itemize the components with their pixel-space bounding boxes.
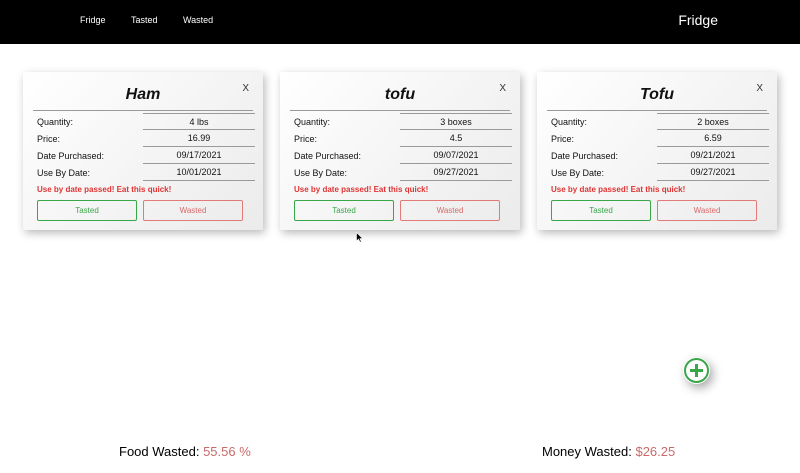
expiry-warning: Use by date passed! Eat this quick! xyxy=(294,185,429,194)
nav-link-wasted[interactable]: Wasted xyxy=(183,15,213,25)
date-purchased-row: Date Purchased: 09/17/2021 xyxy=(37,147,255,164)
quantity-label: Quantity: xyxy=(294,117,331,127)
use-by-value: 09/27/2021 xyxy=(657,164,769,181)
card-title: Tofu xyxy=(639,86,675,103)
price-label: Price: xyxy=(294,134,318,144)
quantity-label: Quantity: xyxy=(37,117,74,127)
use-by-value: 10/01/2021 xyxy=(143,164,255,181)
quantity-label: Quantity: xyxy=(551,117,588,127)
price-row: Price: 4.5 xyxy=(294,130,512,147)
date-purchased-value: 09/07/2021 xyxy=(400,147,512,164)
price-label: Price: xyxy=(551,134,575,144)
use-by-row: Use By Date: 09/27/2021 xyxy=(551,164,769,181)
close-button[interactable]: X xyxy=(242,83,249,94)
nav-brand[interactable]: Fridge xyxy=(678,12,718,28)
card-title: tofu xyxy=(384,86,416,103)
price-row: Price: 16.99 xyxy=(37,130,255,147)
mouse-pointer-icon xyxy=(356,230,364,248)
nav-link-fridge[interactable]: Fridge xyxy=(80,15,106,25)
close-button[interactable]: X xyxy=(756,83,763,94)
card-divider xyxy=(33,110,253,111)
date-purchased-row: Date Purchased: 09/07/2021 xyxy=(294,147,512,164)
date-purchased-label: Date Purchased: xyxy=(551,151,619,161)
quantity-row: Quantity: 4 lbs xyxy=(37,113,255,130)
price-value: 16.99 xyxy=(143,130,255,147)
food-card: Ham X Quantity: 4 lbs Price: 16.99 Date … xyxy=(23,72,263,230)
expiry-warning: Use by date passed! Eat this quick! xyxy=(37,185,172,194)
wasted-button[interactable]: Wasted xyxy=(657,200,757,221)
food-wasted-stat: Food Wasted: 55.56 % xyxy=(119,444,251,459)
price-value: 6.59 xyxy=(657,130,769,147)
card-title: Ham xyxy=(125,86,161,103)
price-label: Price: xyxy=(37,134,61,144)
nav-link-tasted[interactable]: Tasted xyxy=(131,15,158,25)
tasted-button[interactable]: Tasted xyxy=(294,200,394,221)
use-by-label: Use By Date: xyxy=(294,168,348,178)
wasted-button[interactable]: Wasted xyxy=(143,200,243,221)
add-item-button[interactable] xyxy=(683,357,710,384)
tasted-button[interactable]: Tasted xyxy=(551,200,651,221)
use-by-row: Use By Date: 09/27/2021 xyxy=(294,164,512,181)
price-row: Price: 6.59 xyxy=(551,130,769,147)
close-button[interactable]: X xyxy=(499,83,506,94)
wasted-button[interactable]: Wasted xyxy=(400,200,500,221)
use-by-label: Use By Date: xyxy=(551,168,605,178)
quantity-row: Quantity: 2 boxes xyxy=(551,113,769,130)
quantity-value: 4 lbs xyxy=(143,113,255,130)
card-divider xyxy=(547,110,767,111)
money-wasted-stat: Money Wasted: $26.25 xyxy=(542,444,675,459)
tasted-button[interactable]: Tasted xyxy=(37,200,137,221)
money-wasted-value: $26.25 xyxy=(635,444,676,459)
navbar: Fridge Tasted Wasted Fridge xyxy=(0,0,800,44)
food-card: Tofu X Quantity: 2 boxes Price: 6.59 Dat… xyxy=(537,72,777,230)
card-divider xyxy=(290,110,510,111)
date-purchased-label: Date Purchased: xyxy=(294,151,362,161)
date-purchased-row: Date Purchased: 09/21/2021 xyxy=(551,147,769,164)
quantity-row: Quantity: 3 boxes xyxy=(294,113,512,130)
food-wasted-value: 55.56 % xyxy=(203,444,251,459)
plus-icon xyxy=(684,358,709,383)
date-purchased-label: Date Purchased: xyxy=(37,151,105,161)
price-value: 4.5 xyxy=(400,130,512,147)
food-card: tofu X Quantity: 3 boxes Price: 4.5 Date… xyxy=(280,72,520,230)
quantity-value: 3 boxes xyxy=(400,113,512,130)
quantity-value: 2 boxes xyxy=(657,113,769,130)
use-by-value: 09/27/2021 xyxy=(400,164,512,181)
use-by-row: Use By Date: 10/01/2021 xyxy=(37,164,255,181)
expiry-warning: Use by date passed! Eat this quick! xyxy=(551,185,686,194)
food-wasted-label: Food Wasted: xyxy=(119,444,200,459)
date-purchased-value: 09/17/2021 xyxy=(143,147,255,164)
money-wasted-label: Money Wasted: xyxy=(542,444,632,459)
date-purchased-value: 09/21/2021 xyxy=(657,147,769,164)
use-by-label: Use By Date: xyxy=(37,168,91,178)
